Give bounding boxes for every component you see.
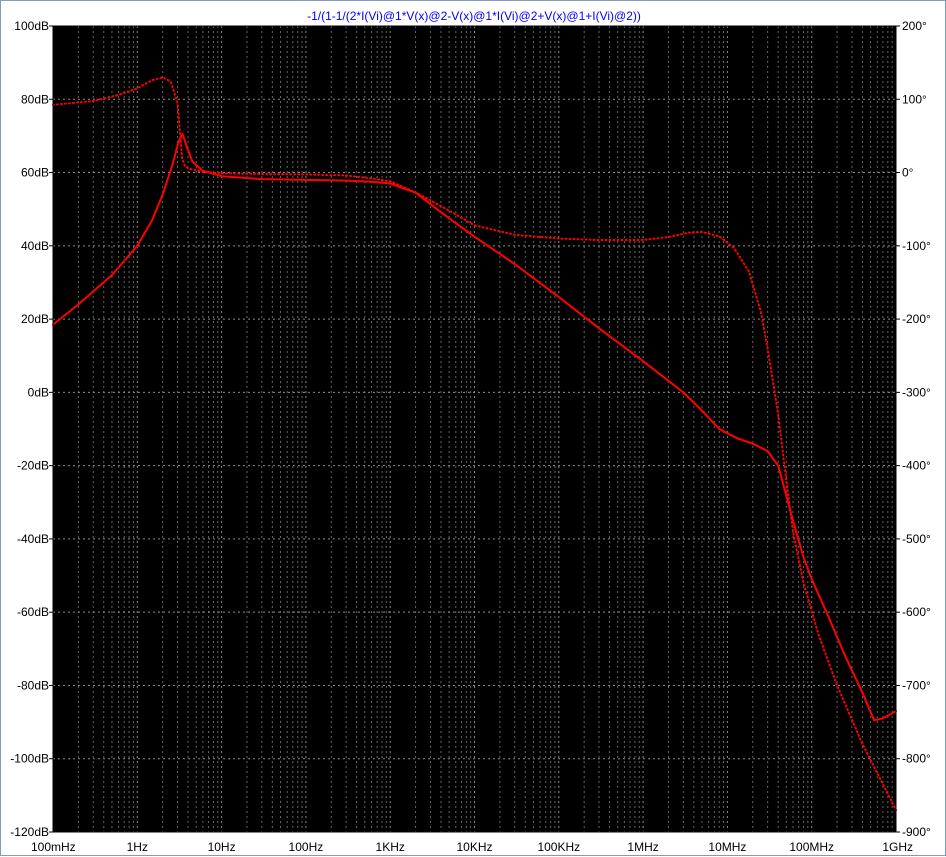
y-left-tick-label: 40dB: [21, 239, 49, 253]
x-tick-label: 100mHz: [31, 840, 76, 854]
y-left-tick-label: 20dB: [21, 312, 49, 326]
y-left-tick-label: -40dB: [17, 532, 49, 546]
y-right-axis-tick-labels: 200° 100° 0° -100° -200° -300° -400° -500° -600°…: [896, 19, 931, 839]
y-left-tick-label: 60dB: [21, 166, 49, 180]
y-right-tick-label: -500°: [902, 532, 931, 546]
y-right-tick-label: -900°: [902, 825, 931, 839]
y-right-tick-label: -700°: [902, 678, 931, 692]
y-left-tick-label: -100dB: [10, 752, 49, 766]
y-left-tick-label: 80dB: [21, 92, 49, 106]
y-left-tick-label: -60dB: [17, 605, 49, 619]
y-left-tick-label: 0dB: [28, 385, 49, 399]
y-right-tick-label: -300°: [902, 385, 931, 399]
x-tick-label: 10KHz: [456, 840, 492, 854]
x-tick-label: 1Hz: [127, 840, 148, 854]
y-left-tick-label: -120dB: [10, 825, 49, 839]
y-right-tick-label: -400°: [902, 459, 931, 473]
y-left-tick-label: -20dB: [17, 459, 49, 473]
x-tick-label: 10MHz: [708, 840, 746, 854]
x-tick-label: 10Hz: [208, 840, 236, 854]
x-axis-tick-labels: 100mHz 1Hz 10Hz 100Hz 1KHz 10KHz 100KHz 1MHz 10M…: [31, 840, 913, 854]
x-tick-label: 100KHz: [537, 840, 580, 854]
y-right-tick-label: -600°: [902, 605, 931, 619]
x-tick-label: 1KHz: [376, 840, 405, 854]
plot-window: 100mHz 1Hz 10Hz 100Hz 1KHz 10KHz 100KHz 1MHz 10M…: [0, 0, 946, 856]
x-tick-label: 1GHz: [882, 840, 913, 854]
y-right-tick-label: 100°: [902, 92, 927, 106]
y-right-tick-label: -200°: [902, 312, 931, 326]
x-tick-label: 100MHz: [789, 840, 834, 854]
y-right-tick-label: 0°: [902, 166, 914, 180]
y-right-tick-label: 200°: [902, 19, 927, 33]
y-right-tick-label: -800°: [902, 752, 931, 766]
y-left-tick-label: -80dB: [17, 678, 49, 692]
bode-plot[interactable]: 100mHz 1Hz 10Hz 100Hz 1KHz 10KHz 100KHz 1MHz 10M…: [1, 1, 946, 857]
y-left-tick-label: 100dB: [14, 19, 49, 33]
y-left-axis-tick-labels: 100dB 80dB 60dB 40dB 20dB 0dB -20dB -40dB -60dB -…: [10, 19, 53, 839]
chart-title: -1/(1-1/(2*I(Vi)@1*V(x)@2-V(x)@1*I(Vi)@2…: [307, 9, 641, 23]
y-right-tick-label: -100°: [902, 239, 931, 253]
x-tick-label: 100Hz: [289, 840, 324, 854]
x-tick-label: 1MHz: [627, 840, 658, 854]
